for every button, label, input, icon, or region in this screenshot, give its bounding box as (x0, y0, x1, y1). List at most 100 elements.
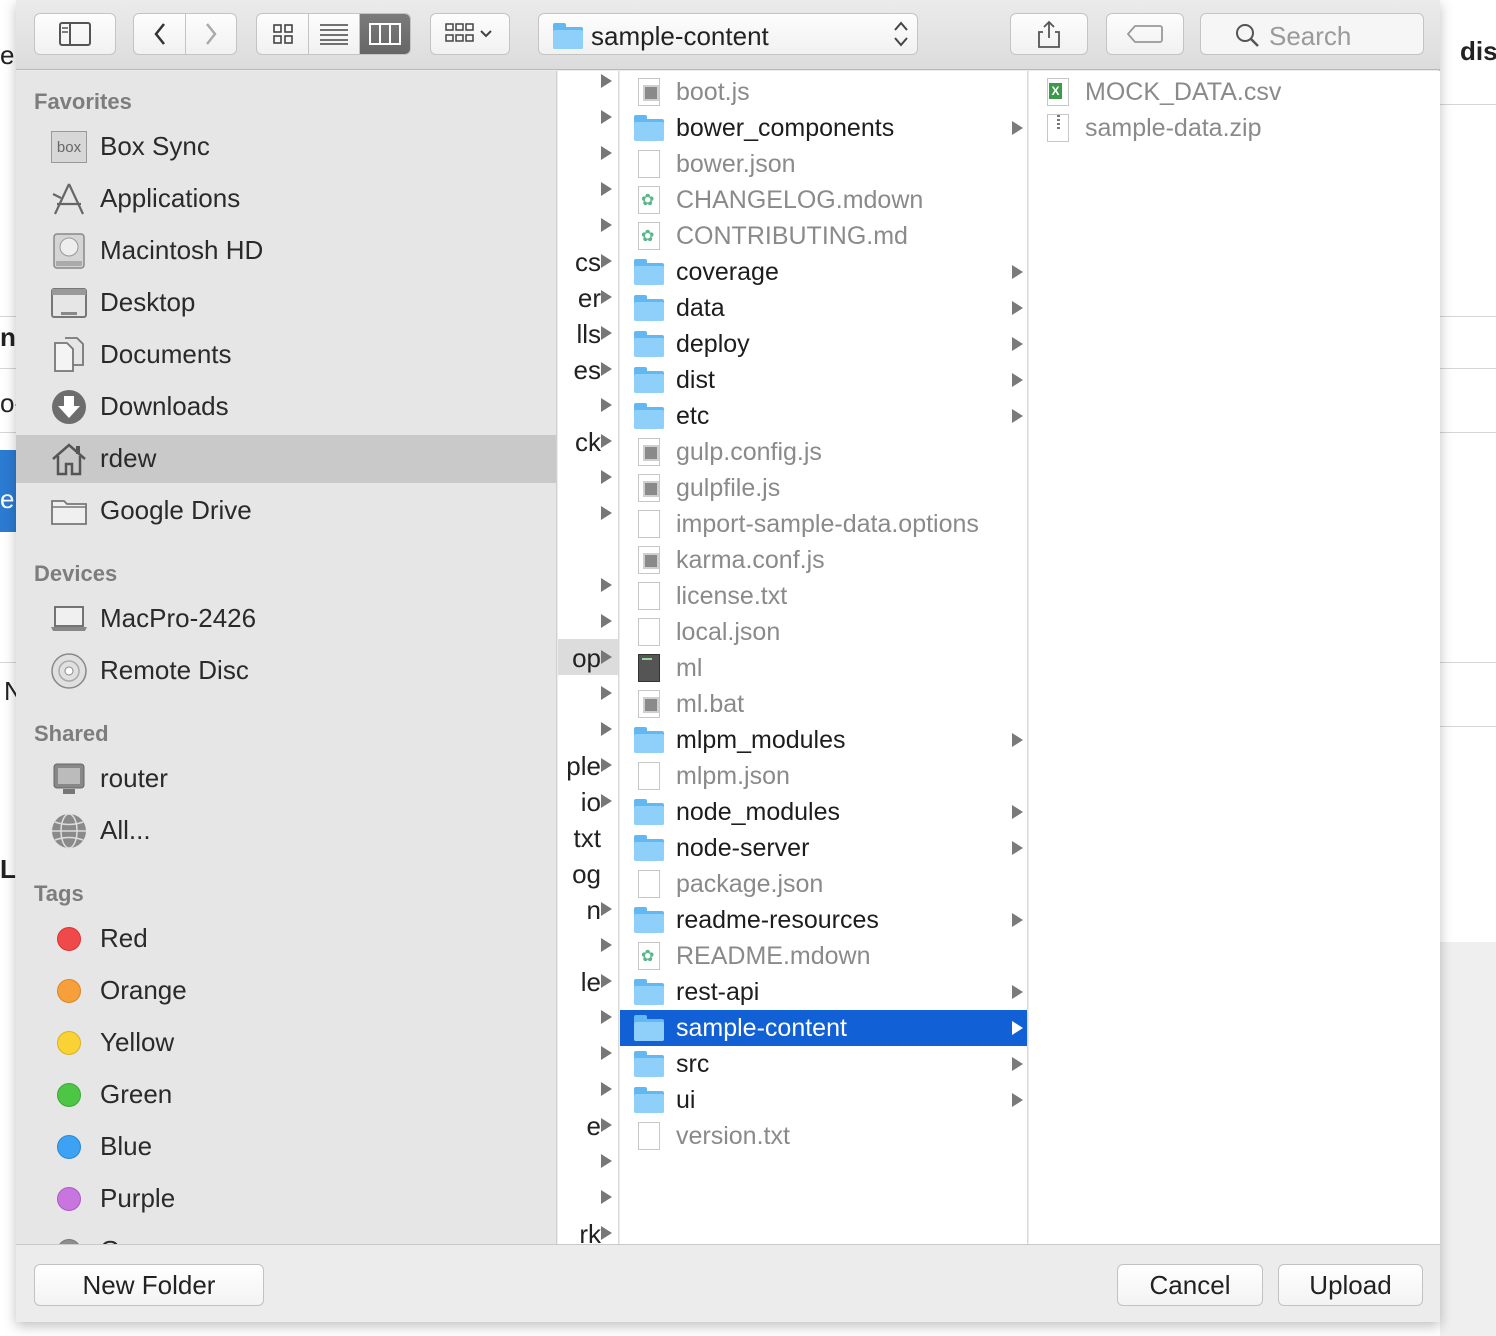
parent-folder-row[interactable] (558, 171, 618, 207)
sidebar-item-macintosh-hd[interactable]: Macintosh HD (16, 227, 556, 275)
parent-folder-row[interactable] (558, 999, 618, 1035)
parent-folder-row[interactable]: op (558, 639, 618, 675)
sidebar-item-remote-disc[interactable]: Remote Disc (16, 647, 556, 695)
file-row[interactable]: sample-data.zip (1029, 110, 1437, 146)
parent-folder-row[interactable]: e (558, 1107, 618, 1143)
folder-row[interactable]: dist (620, 362, 1027, 398)
parent-folder-row[interactable]: ck (558, 423, 618, 459)
sidebar-tag-red[interactable]: Red (16, 915, 556, 963)
parent-folder-row[interactable]: txt (558, 819, 618, 855)
parent-folder-row[interactable] (558, 207, 618, 243)
parent-folder-row[interactable] (558, 387, 618, 423)
sidebar-item-documents[interactable]: Documents (16, 331, 556, 379)
sidebar-item-google-drive[interactable]: Google Drive (16, 487, 556, 535)
folder-row[interactable]: etc (620, 398, 1027, 434)
file-row[interactable]: ml (620, 650, 1027, 686)
folder-row[interactable]: node-server (620, 830, 1027, 866)
file-row[interactable]: license.txt (620, 578, 1027, 614)
icon-view-button[interactable] (257, 14, 308, 54)
parent-folder-row[interactable] (558, 675, 618, 711)
sidebar-item-box-sync[interactable]: box Box Sync (16, 123, 556, 171)
folder-row[interactable]: src (620, 1046, 1027, 1082)
sidebar-toggle-button[interactable] (34, 13, 116, 55)
file-row[interactable]: import-sample-data.options (620, 506, 1027, 542)
file-row[interactable]: README.mdown (620, 938, 1027, 974)
folder-row[interactable]: sample-content (620, 1010, 1027, 1046)
parent-folder-row[interactable] (558, 135, 618, 171)
parent-folder-row[interactable] (558, 71, 618, 99)
parent-folder-row[interactable]: io (558, 783, 618, 819)
file-row[interactable]: karma.conf.js (620, 542, 1027, 578)
parent-folder-row[interactable]: rk (558, 1215, 618, 1244)
path-popup-button[interactable]: sample-content (538, 13, 918, 55)
parent-folder-row[interactable]: es (558, 351, 618, 387)
parent-folder-row[interactable]: lls (558, 315, 618, 351)
folder-row[interactable]: data (620, 290, 1027, 326)
folder-row[interactable]: readme-resources (620, 902, 1027, 938)
parent-folder-row[interactable] (558, 711, 618, 747)
parent-folder-row[interactable] (558, 531, 618, 567)
parent-folder-row[interactable]: ple (558, 747, 618, 783)
sidebar-tag-green[interactable]: Green (16, 1071, 556, 1119)
folder-row[interactable]: rest-api (620, 974, 1027, 1010)
sidebar-tag-yellow[interactable]: Yellow (16, 1019, 556, 1067)
file-row[interactable]: gulpfile.js (620, 470, 1027, 506)
file-row[interactable]: bower.json (620, 146, 1027, 182)
file-row[interactable]: gulp.config.js (620, 434, 1027, 470)
sidebar-tag-blue[interactable]: Blue (16, 1123, 556, 1171)
file-row[interactable]: ml.bat (620, 686, 1027, 722)
sidebar-item-macpro[interactable]: MacPro-2426 (16, 595, 556, 643)
folder-row[interactable]: bower_components (620, 110, 1027, 146)
script-file-icon (634, 437, 664, 467)
file-row[interactable]: mlpm.json (620, 758, 1027, 794)
parent-folder-row[interactable] (558, 603, 618, 639)
parent-folder-row[interactable] (558, 927, 618, 963)
parent-folder-row[interactable]: og (558, 855, 618, 891)
folder-row[interactable]: coverage (620, 254, 1027, 290)
folder-row[interactable]: ui (620, 1082, 1027, 1118)
parent-folder-row[interactable]: le (558, 963, 618, 999)
file-row[interactable]: CONTRIBUTING.md (620, 218, 1027, 254)
list-view-button[interactable] (308, 14, 359, 54)
parent-folder-row[interactable]: cs (558, 243, 618, 279)
parent-folder-row[interactable]: n (558, 891, 618, 927)
sidebar-item-router[interactable]: router (16, 755, 556, 803)
new-folder-button[interactable]: New Folder (34, 1264, 264, 1306)
parent-folder-row[interactable] (558, 1179, 618, 1215)
file-row[interactable]: version.txt (620, 1118, 1027, 1154)
sidebar-item-rdew[interactable]: rdew (16, 435, 556, 483)
parent-folder-row[interactable] (558, 1071, 618, 1107)
share-button[interactable] (1010, 13, 1088, 55)
file-row[interactable]: package.json (620, 866, 1027, 902)
file-row[interactable]: CHANGELOG.mdown (620, 182, 1027, 218)
cancel-button[interactable]: Cancel (1117, 1264, 1263, 1306)
tag-dot-icon (50, 921, 88, 957)
arrange-button[interactable] (430, 13, 510, 55)
folder-row[interactable]: mlpm_modules (620, 722, 1027, 758)
search-field[interactable]: Search (1200, 13, 1424, 55)
sidebar-tag-purple[interactable]: Purple (16, 1175, 556, 1223)
parent-folder-row[interactable] (558, 459, 618, 495)
sidebar-item-desktop[interactable]: Desktop (16, 279, 556, 327)
parent-folder-row[interactable] (558, 99, 618, 135)
upload-button[interactable]: Upload (1278, 1264, 1423, 1306)
folder-row[interactable]: node_modules (620, 794, 1027, 830)
file-row[interactable]: boot.js (620, 74, 1027, 110)
sidebar-item-applications[interactable]: Applications (16, 175, 556, 223)
parent-folder-row[interactable]: er (558, 279, 618, 315)
tag-button[interactable] (1106, 13, 1184, 55)
parent-folder-row[interactable] (558, 1143, 618, 1179)
column-view-button[interactable] (359, 14, 410, 54)
back-button[interactable] (134, 14, 185, 54)
forward-button[interactable] (185, 14, 236, 54)
parent-folder-row[interactable] (558, 495, 618, 531)
parent-folder-row[interactable] (558, 567, 618, 603)
sidebar-tag-gray[interactable]: G (16, 1227, 556, 1244)
sidebar-item-all-network[interactable]: All... (16, 807, 556, 855)
file-row[interactable]: X MOCK_DATA.csv (1029, 74, 1437, 110)
sidebar-item-downloads[interactable]: Downloads (16, 383, 556, 431)
parent-folder-row[interactable] (558, 1035, 618, 1071)
folder-row[interactable]: deploy (620, 326, 1027, 362)
sidebar-tag-orange[interactable]: Orange (16, 967, 556, 1015)
file-row[interactable]: local.json (620, 614, 1027, 650)
